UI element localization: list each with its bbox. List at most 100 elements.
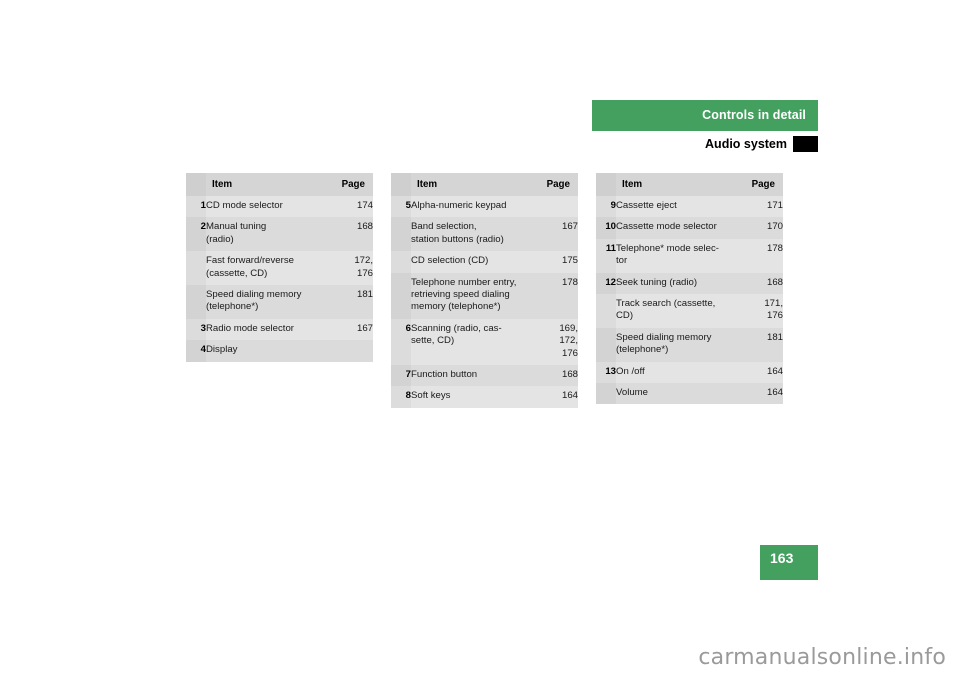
table-row: 1 CD mode selector 174 [186, 196, 373, 218]
column-header-page: Page [534, 173, 578, 196]
row-item-label: Cassette mode selector [616, 217, 739, 239]
row-item-number: 11 [596, 238, 616, 273]
row-item-label: Soft keys [411, 386, 534, 408]
row-item-number: 4 [186, 340, 206, 362]
page-number: 163 [770, 550, 794, 566]
row-item-number: 8 [391, 386, 411, 408]
row-item-label: CD mode selector [206, 196, 329, 218]
row-item-number [186, 285, 206, 319]
row-item-label: Telephone* mode selec- tor [616, 238, 739, 273]
row-item-label: Seek tuning (radio) [616, 272, 739, 295]
row-page-reference: 167 [534, 217, 578, 252]
table-row: 6 Scanning (radio, cas- sette, CD) 169, 17… [391, 318, 578, 366]
page-header: Controls in detail Audio system [592, 100, 818, 152]
row-item-number: 13 [596, 361, 616, 384]
row-page-reference: 167 [329, 318, 373, 341]
reference-table: Item Page 1 CD mode selector 174 2 Manual tuni… [186, 173, 373, 362]
table-row: Fast forward/reverse (cassette, CD) 172, … [186, 251, 373, 286]
row-page-reference: 168 [329, 217, 373, 252]
table-row: Track search (cassette, CD) 171, 176 [596, 294, 783, 328]
row-item-number: 6 [391, 318, 411, 366]
row-item-label: Speed dialing memory (telephone*) [206, 285, 329, 319]
table-row: 12 Seek tuning (radio) 168 [596, 272, 783, 295]
column-header-item: Item [411, 173, 534, 196]
row-item-label: Display [206, 340, 329, 362]
row-page-reference: 164 [739, 383, 783, 405]
table-row: Band selection, station buttons (radio) 1… [391, 217, 578, 252]
row-item-label: Telephone number entry, retrieving speed… [411, 272, 534, 319]
table-row: Volume 164 [596, 383, 783, 405]
row-page-reference: 178 [534, 272, 578, 319]
row-page-reference: 168 [534, 365, 578, 387]
row-item-number: 2 [186, 217, 206, 252]
table-header-row: Item Page [596, 173, 783, 196]
row-item-number [391, 251, 411, 273]
row-page-reference [534, 196, 578, 218]
row-item-number: 7 [391, 365, 411, 387]
column-header-number [596, 173, 616, 196]
table-row: 9 Cassette eject 171 [596, 196, 783, 218]
row-page-reference: 181 [739, 327, 783, 362]
table-row: 10 Cassette mode selector 170 [596, 217, 783, 239]
row-page-reference: 174 [329, 196, 373, 218]
row-item-number: 1 [186, 196, 206, 218]
row-page-reference: 171, 176 [739, 294, 783, 328]
table-header-row: Item Page [186, 173, 373, 196]
table-row: Speed dialing memory (telephone*) 181 [186, 285, 373, 319]
row-item-number [186, 251, 206, 286]
row-item-label: Radio mode selector [206, 318, 329, 341]
table-row: 8 Soft keys 164 [391, 386, 578, 408]
table-row: 7 Function button 168 [391, 365, 578, 387]
row-item-label: Track search (cassette, CD) [616, 294, 739, 328]
section-title-bar: Controls in detail [592, 100, 818, 131]
table-row: CD selection (CD) 175 [391, 251, 578, 273]
row-item-number [391, 272, 411, 319]
chapter-tab-marker-icon [793, 136, 818, 152]
table-row: 4 Display [186, 340, 373, 362]
row-item-number [596, 294, 616, 328]
row-item-number: 9 [596, 196, 616, 218]
table-row: Telephone number entry, retrieving speed… [391, 272, 578, 319]
reference-table: Item Page 9 Cassette eject 171 10 Cassette mod… [596, 173, 783, 405]
section-title: Controls in detail [702, 108, 806, 123]
subsection-title: Audio system [705, 136, 787, 151]
row-item-number: 12 [596, 272, 616, 295]
reference-tables-container: Item Page 1 CD mode selector 174 2 Manual tuni… [186, 173, 796, 408]
row-item-label: Speed dialing memory (telephone*) [616, 327, 739, 362]
row-item-number: 10 [596, 217, 616, 239]
row-item-label: Cassette eject [616, 196, 739, 218]
row-page-reference: 170 [739, 217, 783, 239]
table-row: 3 Radio mode selector 167 [186, 318, 373, 341]
table-row: 2 Manual tuning (radio) 168 [186, 217, 373, 252]
row-item-number [596, 383, 616, 405]
row-item-label: Band selection, station buttons (radio) [411, 217, 534, 252]
row-page-reference [329, 340, 373, 362]
column-header-item: Item [206, 173, 329, 196]
table-header-row: Item Page [391, 173, 578, 196]
column-header-page: Page [739, 173, 783, 196]
row-page-reference: 172, 176 [329, 251, 373, 286]
row-page-reference: 164 [739, 361, 783, 384]
row-item-label: Fast forward/reverse (cassette, CD) [206, 251, 329, 286]
table-row: Speed dialing memory (telephone*) 181 [596, 327, 783, 362]
row-item-number: 3 [186, 318, 206, 341]
reference-table: Item Page 5 Alpha-numeric keypad Band select… [391, 173, 578, 408]
row-page-reference: 171 [739, 196, 783, 218]
table-row: 11 Telephone* mode selec- tor 178 [596, 238, 783, 273]
row-item-label: Alpha-numeric keypad [411, 196, 534, 218]
row-item-label: Function button [411, 365, 534, 387]
subsection-header-row: Audio system [592, 136, 818, 152]
column-header-page: Page [329, 173, 373, 196]
watermark: carmanualsonline.info [698, 645, 946, 670]
page-number-badge: 163 [760, 545, 818, 580]
row-item-label: Scanning (radio, cas- sette, CD) [411, 318, 534, 366]
table-row: 13 On /off 164 [596, 361, 783, 384]
column-header-number [186, 173, 206, 196]
column-header-item: Item [616, 173, 739, 196]
row-item-number [596, 327, 616, 362]
row-item-number: 5 [391, 196, 411, 218]
row-item-label: Volume [616, 383, 739, 405]
row-page-reference: 164 [534, 386, 578, 408]
table-row: 5 Alpha-numeric keypad [391, 196, 578, 218]
row-page-reference: 175 [534, 251, 578, 273]
